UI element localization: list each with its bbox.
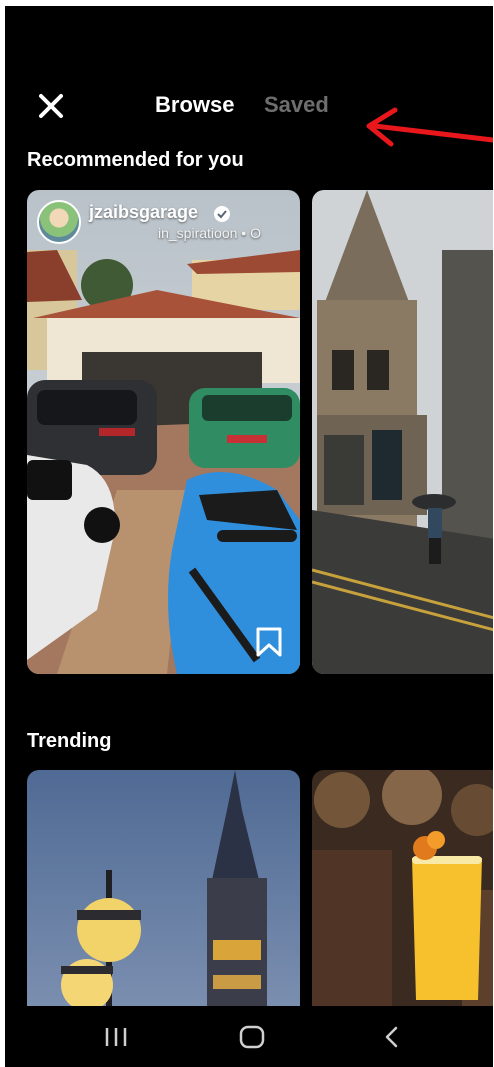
tab-saved[interactable]: Saved — [264, 92, 329, 118]
recent-apps-icon — [105, 1028, 127, 1046]
big-ben-with-street-lamps-image — [27, 770, 300, 1010]
close-icon — [39, 94, 63, 118]
section-title-recommended: Recommended for you — [27, 149, 244, 171]
post-card-garage[interactable]: jzaibsgarage in_spiratioon • O — [27, 190, 300, 674]
home-button[interactable] — [237, 1024, 267, 1050]
author-username[interactable]: jzaibsgarage — [89, 202, 198, 223]
system-navigation-bar — [5, 1006, 493, 1067]
post-card-cocktail[interactable] — [312, 770, 493, 1010]
annotation-arrow — [366, 107, 493, 147]
tab-browse[interactable]: Browse — [155, 92, 234, 118]
home-icon — [239, 1025, 265, 1049]
old-town-street-building-image — [312, 190, 493, 674]
section-title-trending: Trending — [27, 730, 112, 752]
avatar[interactable] — [37, 200, 81, 244]
app-screen: Browse Saved Recommended for you jzaibsg… — [5, 6, 493, 1067]
post-card-street[interactable] — [312, 190, 493, 674]
close-button[interactable] — [33, 88, 69, 124]
back-button[interactable] — [377, 1024, 407, 1050]
post-card-big-ben[interactable] — [27, 770, 300, 1010]
bookmark-button[interactable] — [254, 626, 284, 658]
garage-with-sports-cars-image — [27, 190, 300, 674]
verified-badge-icon — [214, 206, 230, 222]
orange-cocktail-glass-image — [312, 770, 493, 1010]
back-icon — [385, 1026, 398, 1048]
post-subline: in_spiratioon • O — [158, 225, 261, 241]
bookmark-icon — [256, 627, 282, 657]
recent-apps-button[interactable] — [101, 1024, 131, 1050]
